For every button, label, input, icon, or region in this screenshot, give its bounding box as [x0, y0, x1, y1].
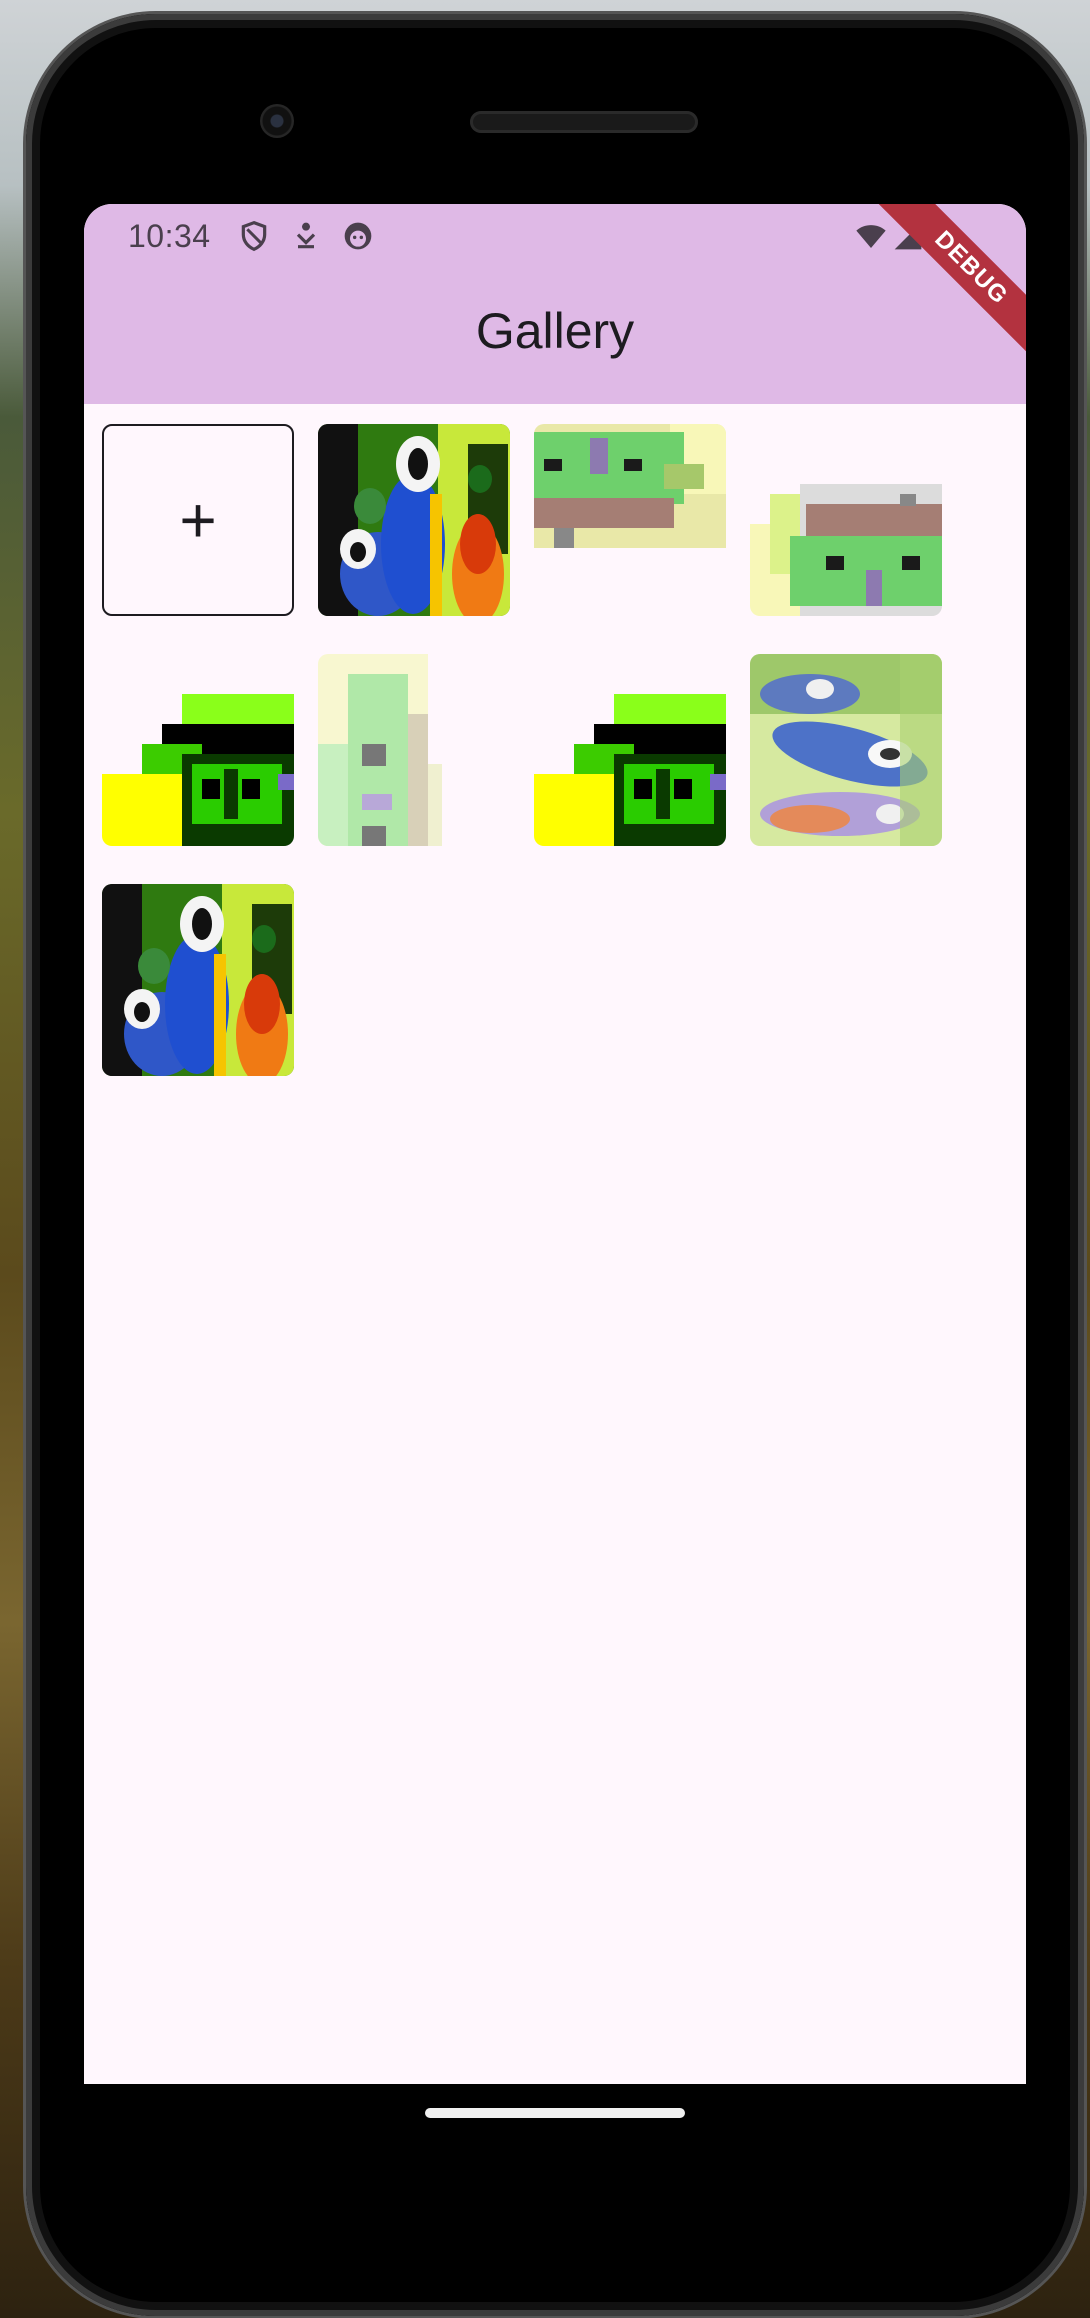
pixel-house-vertical-image: [318, 654, 510, 846]
parrots-faded-image: [750, 654, 942, 846]
gallery-image-house-vivid[interactable]: [102, 654, 294, 846]
gallery-image-parrots-faded[interactable]: [750, 654, 942, 846]
shield-icon: [241, 220, 267, 252]
gallery-image-house-vivid-2[interactable]: [534, 654, 726, 846]
pixel-house-vivid-2-image: [534, 654, 726, 846]
app-bar: 10:34 Gallery: [84, 204, 1026, 404]
pixel-house-rotated-image: [750, 424, 942, 616]
earpiece-speaker: [470, 111, 698, 133]
home-gesture-bar[interactable]: [425, 2108, 685, 2118]
gallery-image-parrots[interactable]: [318, 424, 510, 616]
pixel-house-vivid-image: [102, 654, 294, 846]
add-image-button[interactable]: +: [102, 424, 294, 616]
pixel-house-faded-image: [534, 424, 726, 616]
page-title: Gallery: [475, 303, 635, 359]
gallery-image-house-faded[interactable]: [534, 424, 726, 616]
wifi-icon: [856, 225, 886, 248]
status-time: 10:34: [128, 218, 211, 254]
system-navigation-bar: [84, 2084, 1026, 2164]
status-bar: 10:34: [84, 204, 1026, 274]
face-icon: [344, 222, 372, 250]
app-screen: 10:34 Gallery DEBUG +: [84, 204, 1026, 2084]
download-icon: [296, 222, 316, 249]
plus-icon: +: [179, 484, 217, 556]
parrots-2-image: [102, 884, 294, 1076]
parrots-image: [318, 424, 510, 616]
gallery-image-parrots-2[interactable]: [102, 884, 294, 1076]
gallery-image-house-vertical[interactable]: [318, 654, 510, 846]
front-camera: [260, 104, 294, 138]
gallery-image-house-rotated[interactable]: [750, 424, 942, 616]
gallery-grid: +: [102, 424, 1002, 1124]
